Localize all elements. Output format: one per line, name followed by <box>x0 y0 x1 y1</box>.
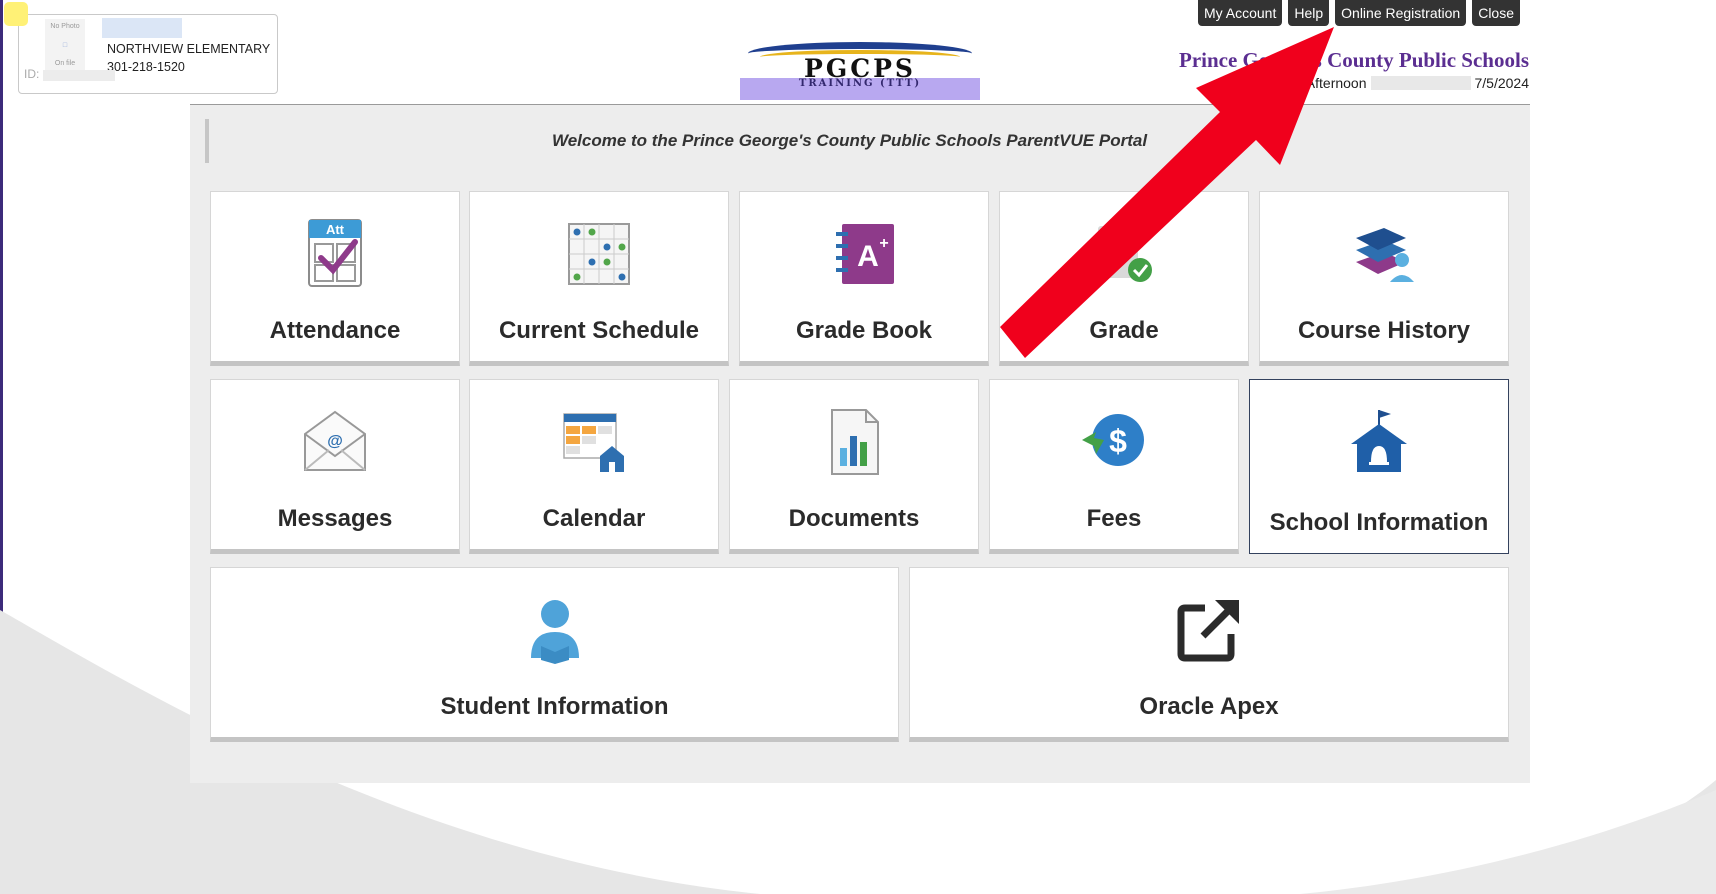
course-history-icon <box>1356 228 1414 282</box>
tile-label: Attendance <box>269 317 401 344</box>
svg-text:A: A <box>857 240 879 273</box>
documents-icon <box>831 409 879 475</box>
student-id-label: ID: <box>24 67 40 81</box>
tile-grade-book[interactable]: A + Grade Book <box>739 191 989 366</box>
student-photo-placeholder: No Photo □ On file <box>45 19 85 71</box>
welcome-message: Welcome to the Prince George's County Pu… <box>551 131 1148 150</box>
welcome-bar: Welcome to the Prince George's County Pu… <box>205 119 1510 163</box>
attendance-icon: Att <box>308 219 362 287</box>
student-name-redacted <box>102 18 182 38</box>
schedule-icon <box>568 223 630 285</box>
my-account-button[interactable]: My Account <box>1197 0 1283 26</box>
svg-text:@: @ <box>327 433 343 450</box>
tile-label: Messages <box>277 505 393 532</box>
school-name: NORTHVIEW ELEMENTARY <box>107 42 271 56</box>
tile-label: Calendar <box>542 505 646 532</box>
tile-messages[interactable]: @ Messages <box>210 379 460 554</box>
tile-oracle-apex[interactable]: Oracle Apex <box>909 567 1509 742</box>
highlight-marker <box>4 2 28 26</box>
grade-icon <box>1098 226 1152 282</box>
tile-label: Documents <box>788 505 920 532</box>
fees-icon: $ <box>1082 414 1144 466</box>
messages-icon: @ <box>304 410 366 471</box>
tile-label: Current Schedule <box>498 317 700 344</box>
online-registration-button[interactable]: Online Registration <box>1335 0 1467 26</box>
top-nav: My Account Help Online Registration Clos… <box>1197 0 1520 26</box>
greeting: Good Afternoon 7/5/2024 <box>1268 75 1529 91</box>
svg-text:$: $ <box>1109 423 1127 459</box>
gradebook-icon: A + <box>836 224 894 284</box>
tile-label: Grade Book <box>795 317 933 344</box>
tile-course-history[interactable]: Course History <box>1259 191 1509 366</box>
greeting-prefix: Good Afternoon <box>1268 75 1367 91</box>
tile-label: Grade <box>1089 317 1159 344</box>
tile-label: Student Information <box>440 693 669 720</box>
photo-text-top: No Photo <box>50 23 80 30</box>
svg-text:Att: Att <box>326 222 345 237</box>
tile-documents[interactable]: Documents <box>729 379 979 554</box>
tile-school-information[interactable]: School Information <box>1249 379 1509 554</box>
district-name: Prince George's County Public Schools <box>1179 48 1529 72</box>
school-phone: 301-218-1520 <box>107 60 185 74</box>
logo-training-banner: TRAINING (TTT) <box>740 78 980 100</box>
svg-text:+: + <box>879 235 888 252</box>
calendar-icon <box>563 413 624 472</box>
user-name-redacted <box>1370 76 1471 90</box>
tile-label: School Information <box>1269 509 1489 536</box>
photo-text-bottom: On file <box>54 60 76 67</box>
tile-grade[interactable]: Grade <box>999 191 1249 366</box>
tile-label: Course History <box>1297 317 1471 344</box>
close-button[interactable]: Close <box>1472 0 1520 26</box>
student-id-redacted <box>43 70 115 81</box>
main-panel: Welcome to the Prince George's County Pu… <box>190 104 1530 783</box>
tile-label: Oracle Apex <box>1139 693 1279 720</box>
tile-calendar[interactable]: Calendar <box>469 379 719 554</box>
student-info-icon <box>530 600 579 664</box>
pgcps-logo: PGCPS TRAINING (TTT) <box>740 34 980 100</box>
tile-student-information[interactable]: Student Information <box>210 567 899 742</box>
school-info-icon <box>1351 410 1407 472</box>
photo-logo: □ <box>62 41 68 49</box>
tile-label: Fees <box>1086 505 1142 532</box>
tile-attendance[interactable]: Att Attendance <box>210 191 460 366</box>
help-button[interactable]: Help <box>1288 0 1330 26</box>
student-card[interactable]: No Photo □ On file NORTHVIEW ELEMENTARY … <box>18 14 278 94</box>
tile-current-schedule[interactable]: Current Schedule <box>469 191 729 366</box>
external-link-icon <box>1177 600 1239 662</box>
tile-fees[interactable]: $ Fees <box>989 379 1239 554</box>
current-date: 7/5/2024 <box>1474 75 1530 91</box>
